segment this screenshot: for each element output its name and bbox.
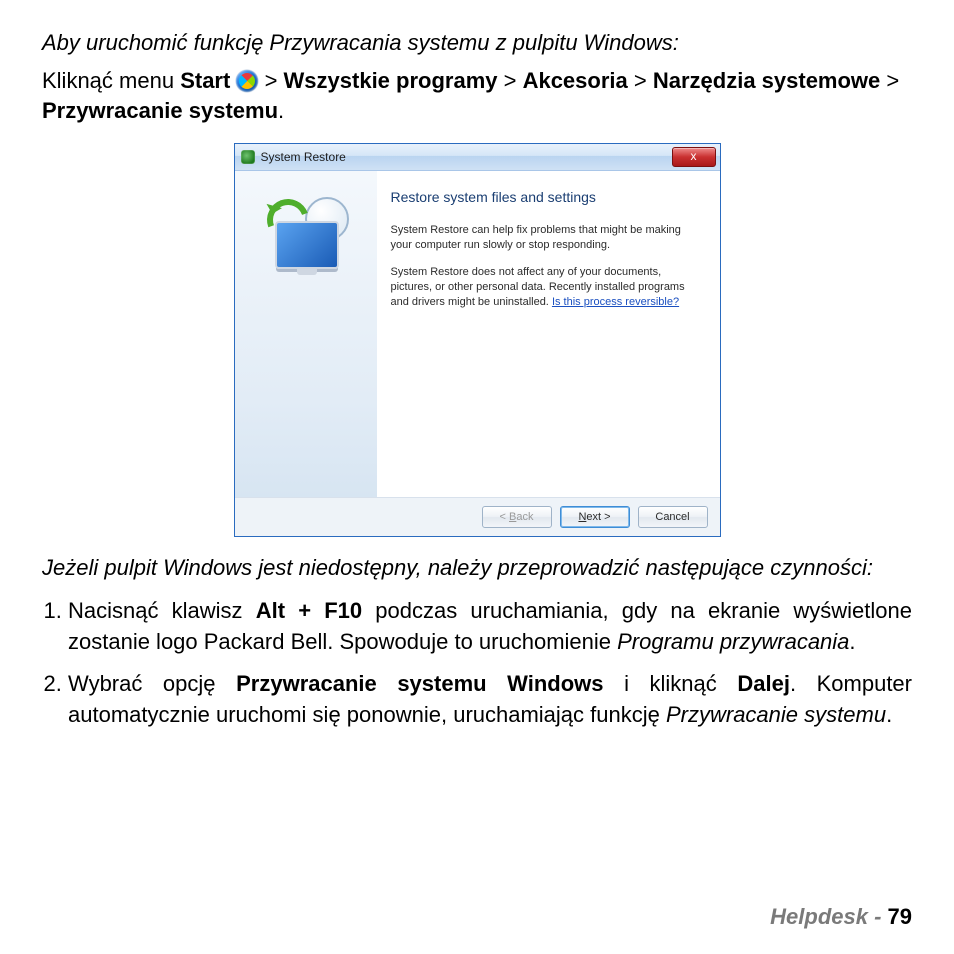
- text: .: [886, 702, 892, 727]
- next-label: Dalej: [737, 671, 790, 696]
- text: .: [849, 629, 855, 654]
- dialog-heading: Restore system files and settings: [391, 189, 700, 205]
- dialog-button-row: < Back Next > Cancel: [235, 497, 720, 536]
- page-number: 79: [888, 904, 912, 929]
- menu-path-instruction: Kliknąć menu Start > Wszystkie programy …: [42, 66, 912, 125]
- option-name: Przywracanie systemu Windows: [236, 671, 603, 696]
- menu-system-restore: Przywracanie systemu: [42, 98, 278, 123]
- next-button[interactable]: Next >: [560, 506, 630, 528]
- section-name: Helpdesk -: [770, 904, 887, 929]
- close-button[interactable]: x: [672, 147, 716, 167]
- dialog-para1: System Restore can help fix problems tha…: [391, 223, 700, 253]
- step-1: Nacisnąć klawisz Alt + F10 podczas uruch…: [68, 595, 912, 657]
- menu-all-programs: Wszystkie programy: [284, 68, 498, 93]
- dialog-sidebar: [235, 171, 377, 497]
- text: Nacisnąć klawisz: [68, 598, 256, 623]
- program-name: Programu przywracania: [617, 629, 849, 654]
- separator: >: [628, 68, 653, 93]
- dialog-para2: System Restore does not affect any of yo…: [391, 265, 700, 310]
- reversible-link[interactable]: Is this process reversible?: [552, 296, 679, 308]
- text: <: [500, 511, 509, 523]
- text: .: [278, 98, 284, 123]
- menu-accessories: Akcesoria: [523, 68, 628, 93]
- back-button[interactable]: < Back: [482, 506, 552, 528]
- system-restore-dialog: System Restore x Restore system files an…: [234, 143, 721, 537]
- dialog-title: System Restore: [261, 150, 346, 164]
- dialog-content: Restore system files and settings System…: [377, 171, 720, 497]
- text: i kliknąć: [604, 671, 738, 696]
- menu-system-tools: Narzędzia systemowe: [653, 68, 880, 93]
- text: ext >: [586, 511, 610, 523]
- cancel-button[interactable]: Cancel: [638, 506, 708, 528]
- text: ack: [516, 511, 533, 523]
- text: Kliknąć menu: [42, 68, 180, 93]
- separator: >: [880, 68, 899, 93]
- alt-instructions-heading: Jeżeli pulpit Windows jest niedostępny, …: [42, 553, 912, 583]
- step-2: Wybrać opcję Przywracanie systemu Window…: [68, 668, 912, 730]
- intro-heading: Aby uruchomić funkcję Przywracania syste…: [42, 30, 912, 56]
- text: Wybrać opcję: [68, 671, 236, 696]
- page-footer: Helpdesk - 79: [770, 904, 912, 930]
- steps-list: Nacisnąć klawisz Alt + F10 podczas uruch…: [42, 595, 912, 730]
- dialog-titlebar: System Restore x: [235, 144, 720, 171]
- menu-start: Start: [180, 68, 230, 93]
- key-combo: Alt + F10: [256, 598, 362, 623]
- function-name: Przywracanie systemu: [666, 702, 886, 727]
- windows-start-orb-icon: [236, 70, 258, 92]
- separator: >: [498, 68, 523, 93]
- system-restore-icon: [261, 197, 351, 277]
- separator: >: [265, 68, 284, 93]
- restore-titlebar-icon: [241, 150, 255, 164]
